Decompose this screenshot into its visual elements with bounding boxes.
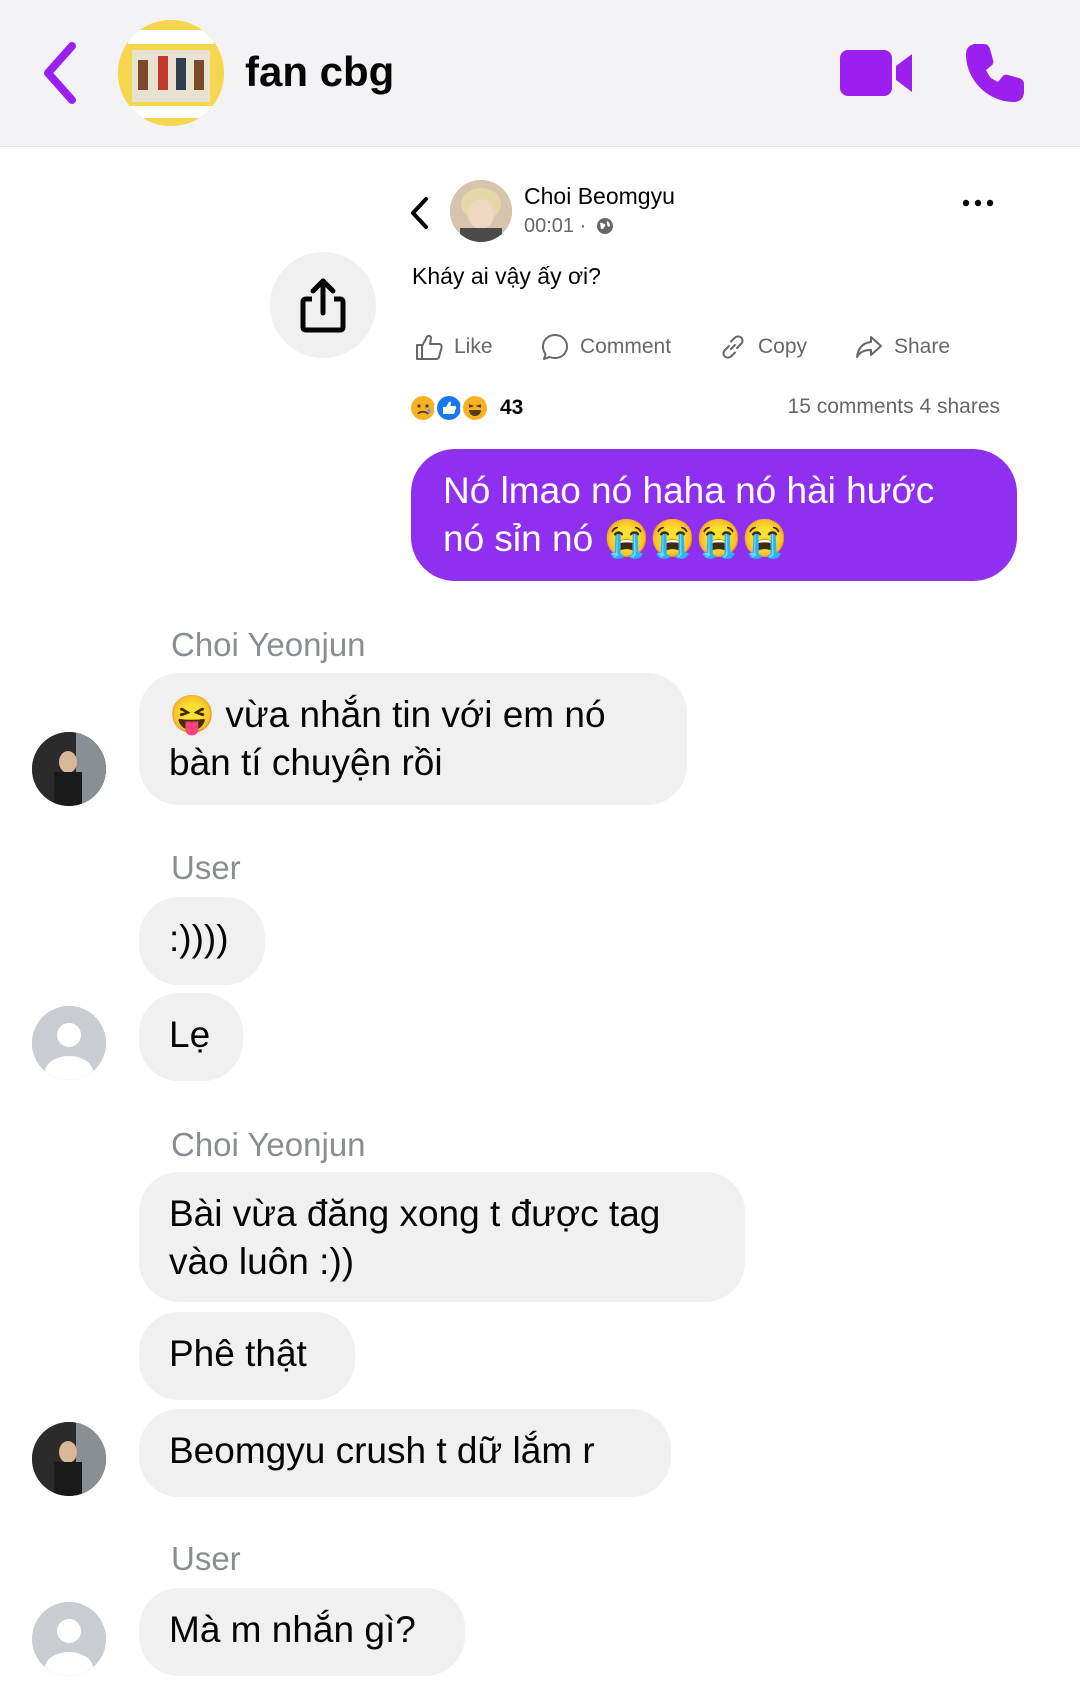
post-author-avatar[interactable]: [450, 180, 512, 242]
incoming-message-bubble[interactable]: Lẹ: [139, 993, 243, 1081]
copy-label: Copy: [758, 335, 808, 358]
default-user-avatar[interactable]: [32, 1602, 106, 1676]
link-icon: [722, 335, 744, 359]
post-stats: 43 15 comments 4 shares: [408, 393, 1008, 429]
incoming-message-bubble[interactable]: Bài vừa đăng xong t được tag vào luôn :)…: [139, 1172, 745, 1302]
message-text: vừa nhắn tin với em nó bàn tí chuyện rồi: [169, 694, 606, 783]
post-timestamp: 00:01 ·: [524, 215, 614, 238]
crying-emoji: 😭😭😭😭: [603, 518, 788, 559]
copy-link-button[interactable]: Copy: [718, 325, 807, 369]
post-action-bar: Like Comment Copy Share: [414, 325, 1014, 369]
comment-button[interactable]: Comment: [540, 325, 671, 369]
haha-reaction-icon: [460, 393, 490, 423]
like-label: Like: [454, 335, 493, 358]
phone-call-icon[interactable]: [962, 40, 1028, 106]
message-text: Beomgyu crush t dữ lắm r: [169, 1430, 595, 1471]
like-thumb-icon: [416, 334, 443, 360]
share-arrow-icon: [856, 336, 882, 358]
message-text: Phê thật: [169, 1333, 307, 1374]
chat-header: fan cbg: [0, 0, 1080, 147]
outgoing-message-bubble[interactable]: Nó lmao nó haha nó hài hước nó sỉn nó 😭😭…: [411, 449, 1017, 581]
tongue-emoji: 😝: [169, 694, 216, 735]
reactions-summary[interactable]: 43: [408, 393, 523, 423]
sender-avatar[interactable]: [32, 732, 106, 806]
shared-post-card[interactable]: Choi Beomgyu 00:01 · Kháy ai vậy ấy ơi? …: [400, 165, 1020, 425]
post-back-icon[interactable]: [408, 195, 432, 231]
sender-name: Choi Yeonjun: [171, 1126, 366, 1163]
incoming-message-bubble[interactable]: 😝 vừa nhắn tin với em nó bàn tí chuyện r…: [139, 673, 687, 805]
share-upload-icon: [300, 278, 346, 333]
share-label: Share: [894, 335, 951, 358]
sender-avatar[interactable]: [32, 1422, 106, 1496]
chat-title[interactable]: fan cbg: [245, 48, 394, 96]
post-author-name[interactable]: Choi Beomgyu: [524, 183, 675, 210]
incoming-message-bubble[interactable]: Mà m nhắn gì?: [139, 1588, 465, 1676]
message-text: Mà m nhắn gì?: [169, 1609, 416, 1650]
like-button[interactable]: Like: [414, 325, 493, 369]
comment-bubble-icon: [542, 334, 568, 360]
message-text: Lẹ: [169, 1014, 211, 1055]
more-options-icon[interactable]: [960, 193, 996, 213]
forward-share-button[interactable]: [270, 252, 376, 358]
incoming-message-bubble[interactable]: :)))): [139, 897, 265, 985]
sender-name: User: [171, 1540, 241, 1577]
message-text: Bài vừa đăng xong t được tag vào luôn :)…: [169, 1193, 661, 1282]
comments-shares-count[interactable]: 15 comments 4 shares: [788, 395, 1000, 419]
video-call-icon[interactable]: [840, 48, 914, 98]
group-avatar[interactable]: [118, 20, 224, 126]
globe-icon: [596, 218, 613, 234]
back-arrow-icon[interactable]: [40, 40, 80, 106]
sender-name: Choi Yeonjun: [171, 626, 366, 663]
share-post-button[interactable]: Share: [854, 325, 950, 369]
reaction-count: 43: [500, 396, 524, 419]
post-text: Kháy ai vậy ấy ơi?: [412, 263, 601, 289]
comment-label: Comment: [580, 335, 672, 358]
incoming-message-bubble[interactable]: Phê thật: [139, 1312, 355, 1400]
sender-name: User: [171, 849, 241, 886]
default-user-avatar[interactable]: [32, 1006, 106, 1080]
incoming-message-bubble[interactable]: Beomgyu crush t dữ lắm r: [139, 1409, 671, 1497]
post-time-text: 00:01 ·: [524, 215, 587, 237]
message-text: :)))): [169, 918, 229, 959]
